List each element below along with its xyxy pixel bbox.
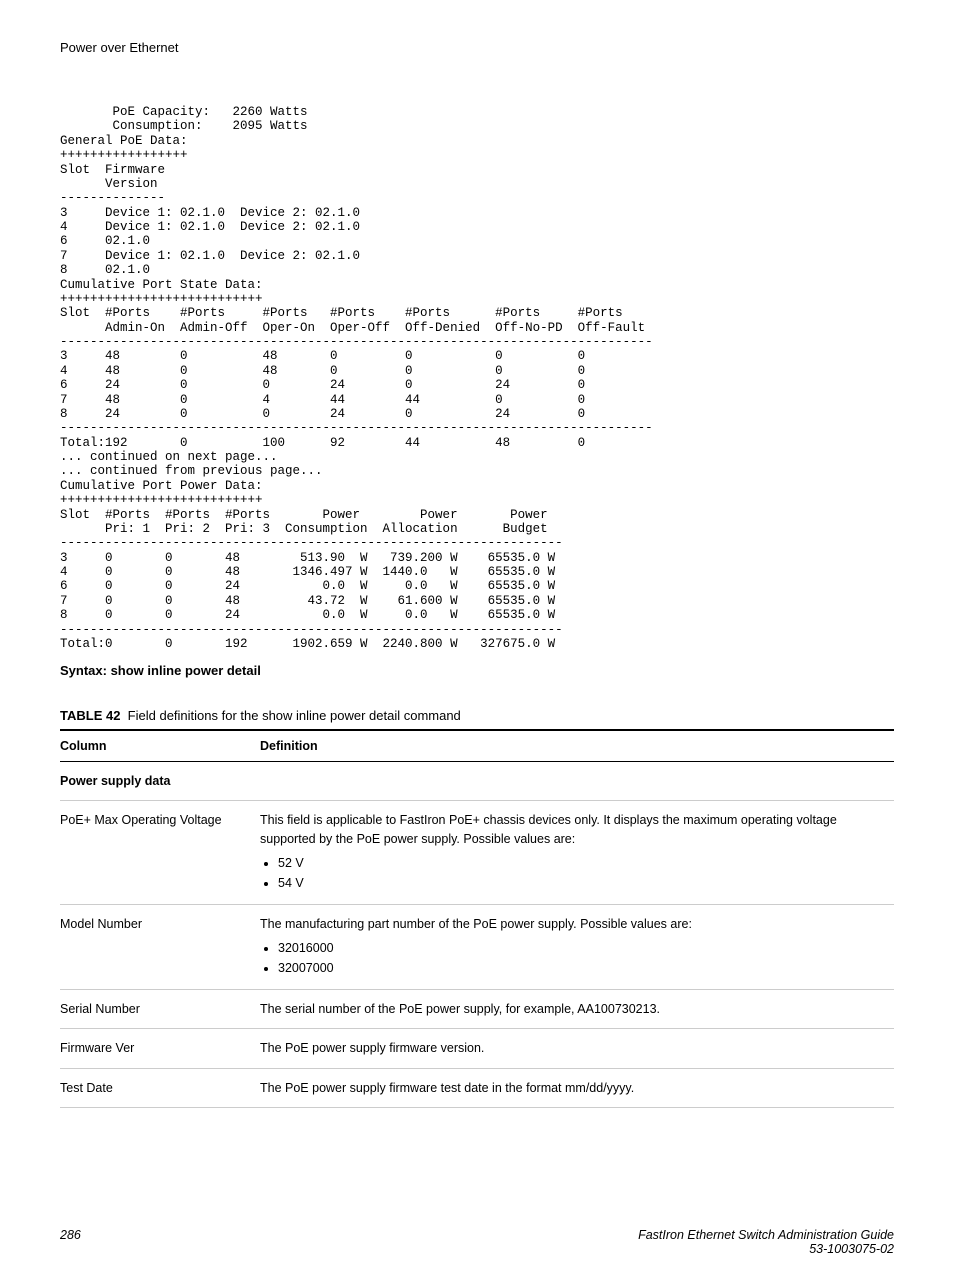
table-caption-text: Field definitions for the show inline po… — [128, 708, 461, 723]
value-list: 52 V 54 V — [260, 854, 888, 892]
field-name: Model Number — [60, 904, 260, 989]
list-item: 32016000 — [278, 939, 888, 957]
field-name: Test Date — [60, 1068, 260, 1107]
section-heading: Power supply data — [60, 762, 894, 801]
definition-text: The manufacturing part number of the PoE… — [260, 917, 692, 931]
field-name: Serial Number — [60, 990, 260, 1029]
doc-id: 53-1003075-02 — [638, 1242, 894, 1256]
syntax-line: Syntax: show inline power detail — [60, 663, 894, 678]
definition-text: This field is applicable to FastIron PoE… — [260, 813, 837, 845]
field-definition: The PoE power supply firmware test date … — [260, 1068, 894, 1107]
page-footer: 286 FastIron Ethernet Switch Administrat… — [60, 1228, 894, 1256]
col-header-column: Column — [60, 730, 260, 762]
table-section-row: Power supply data — [60, 762, 894, 801]
page-number: 286 — [60, 1228, 81, 1256]
table-row: Test Date The PoE power supply firmware … — [60, 1068, 894, 1107]
field-definition: The manufacturing part number of the PoE… — [260, 904, 894, 989]
field-definition: The serial number of the PoE power suppl… — [260, 990, 894, 1029]
list-item: 52 V — [278, 854, 888, 872]
field-definition: This field is applicable to FastIron PoE… — [260, 801, 894, 905]
field-name: Firmware Ver — [60, 1029, 260, 1068]
list-item: 32007000 — [278, 959, 888, 977]
table-caption: TABLE 42 Field definitions for the show … — [60, 708, 894, 723]
page-header: Power over Ethernet — [60, 40, 894, 55]
cli-output: PoE Capacity: 2260 Watts Consumption: 20… — [60, 105, 894, 651]
table-row: Firmware Ver The PoE power supply firmwa… — [60, 1029, 894, 1068]
definitions-table: Column Definition Power supply data PoE+… — [60, 729, 894, 1107]
list-item: 54 V — [278, 874, 888, 892]
value-list: 32016000 32007000 — [260, 939, 888, 977]
table-row: Model Number The manufacturing part numb… — [60, 904, 894, 989]
field-definition: The PoE power supply firmware version. — [260, 1029, 894, 1068]
table-row: PoE+ Max Operating Voltage This field is… — [60, 801, 894, 905]
table-label: TABLE 42 — [60, 708, 120, 723]
col-header-definition: Definition — [260, 730, 894, 762]
table-row: Serial Number The serial number of the P… — [60, 990, 894, 1029]
field-name: PoE+ Max Operating Voltage — [60, 801, 260, 905]
